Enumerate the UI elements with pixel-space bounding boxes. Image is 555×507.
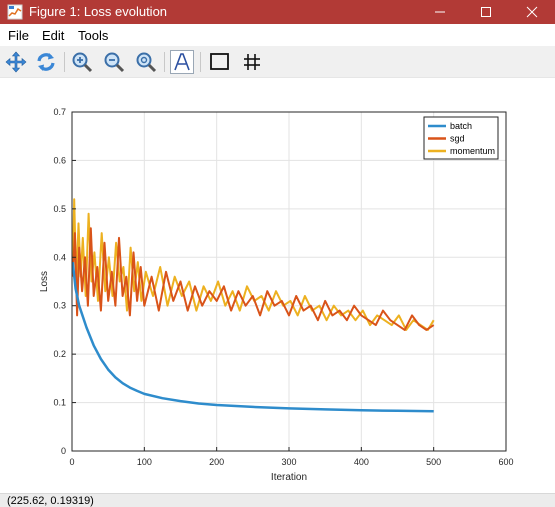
y-tick-label: 0.2: [53, 349, 66, 359]
y-tick-label: 0.4: [53, 252, 66, 262]
zoom-out-icon: [104, 52, 125, 73]
x-tick-label: 100: [137, 457, 152, 467]
y-tick-label: 0: [61, 446, 66, 456]
x-tick-label: 200: [209, 457, 224, 467]
legend-entry-momentum: momentum: [450, 146, 495, 156]
close-icon: [526, 6, 538, 18]
toolbar-separator: [200, 52, 201, 72]
maximize-icon: [481, 7, 491, 17]
zoom-reset-button[interactable]: [134, 50, 158, 74]
legend-entry-sgd: sgd: [450, 134, 465, 144]
axes-box-button[interactable]: [208, 50, 232, 74]
menu-bar: File Edit Tools: [0, 24, 555, 46]
window-title: Figure 1: Loss evolution: [29, 4, 168, 19]
minimize-button[interactable]: [417, 0, 463, 24]
toolbar-separator: [164, 52, 165, 72]
y-axis-label: Loss: [39, 271, 50, 292]
zoom-in-icon: [72, 52, 93, 73]
x-tick-label: 600: [498, 457, 513, 467]
status-bar: (225.62, 0.19319): [0, 493, 555, 507]
zoom-out-button[interactable]: [102, 50, 126, 74]
zoom-reset-icon: [136, 52, 157, 73]
legend[interactable]: batch sgd momentum: [423, 116, 499, 160]
pan-icon: [5, 51, 27, 73]
series-line-sgd: [71, 227, 435, 331]
close-button[interactable]: [509, 0, 555, 24]
text-annotation-icon: [170, 50, 194, 74]
minimize-icon: [435, 11, 445, 13]
zoom-in-button[interactable]: [70, 50, 94, 74]
x-tick-label: 0: [69, 457, 74, 467]
axes-box-icon: [210, 53, 229, 70]
legend-entry-batch: batch: [450, 121, 472, 131]
figure-app-icon: [7, 4, 23, 20]
y-tick-label: 0.6: [53, 155, 66, 165]
menu-file[interactable]: File: [8, 28, 29, 43]
x-tick-label: 300: [281, 457, 296, 467]
x-tick-label: 400: [354, 457, 369, 467]
pan-button[interactable]: [4, 50, 28, 74]
text-annotation-button[interactable]: [170, 50, 194, 74]
toolbar: [0, 46, 555, 78]
cursor-coordinates: (225.62, 0.19319): [7, 495, 94, 507]
rotate-icon: [37, 53, 55, 71]
x-axis-label: Iteration: [271, 472, 307, 483]
loss-chart[interactable]: 0 100 200 300 400 500 600 0 0.1 0.2 0.3 0.4 0.5 0.6 0.…: [0, 79, 555, 491]
rotate-button[interactable]: [34, 50, 58, 74]
y-tick-label: 0.7: [53, 107, 66, 117]
figure-window: Figure 1: Loss evolution File Edit Tools: [0, 0, 555, 507]
grid-button[interactable]: [240, 50, 264, 74]
y-tick-label: 0.1: [53, 398, 66, 408]
maximize-button[interactable]: [463, 0, 509, 24]
grid: [72, 112, 506, 451]
x-tick-label: 500: [426, 457, 441, 467]
title-bar[interactable]: Figure 1: Loss evolution: [0, 0, 555, 24]
y-tick-label: 0.5: [53, 204, 66, 214]
series-line-momentum: [71, 198, 435, 331]
menu-edit[interactable]: Edit: [42, 28, 64, 43]
y-tick-label: 0.3: [53, 301, 66, 311]
toolbar-separator: [64, 52, 65, 72]
grid-icon: [244, 54, 260, 70]
figure-canvas[interactable]: 0 100 200 300 400 500 600 0 0.1 0.2 0.3 0.4 0.5 0.6 0.…: [0, 79, 555, 491]
menu-tools[interactable]: Tools: [78, 28, 108, 43]
